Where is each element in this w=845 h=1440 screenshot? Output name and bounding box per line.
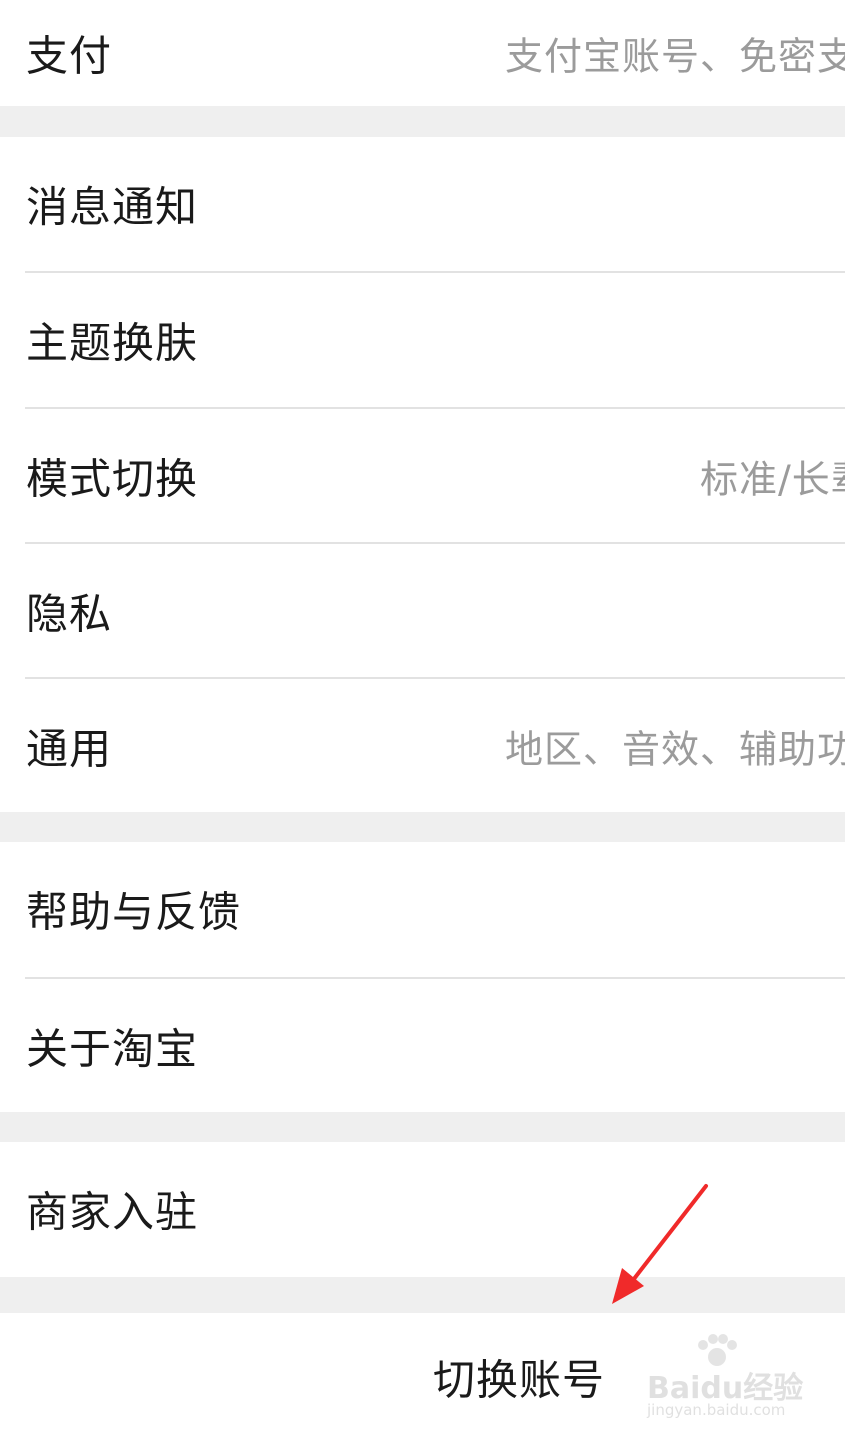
settings-group-main: 消息通知 主题换肤 模式切换 标准/长辈版 隐私 通用 地区、音效、辅助功能 (0, 137, 845, 812)
settings-item-label: 隐私 (26, 589, 113, 639)
settings-group-help: 帮助与反馈 关于淘宝 (0, 842, 845, 1112)
settings-page: 支付 支付宝账号、免密支付 消息通知 主题换肤 模式切换 标准/长辈版 隐私 通… (0, 0, 845, 1440)
settings-item-detail: 支付宝账号、免密支付 (505, 34, 845, 79)
settings-item-theme[interactable]: 主题换肤 (0, 273, 845, 407)
switch-account-label: 切换账号 (433, 1355, 606, 1404)
settings-item-detail: 标准/长辈版 (700, 457, 845, 502)
baidu-watermark: Baidu经验 jingyan.baidu.com (645, 1334, 815, 1425)
settings-item-notify[interactable]: 消息通知 (0, 137, 845, 271)
settings-item-privacy[interactable]: 隐私 (0, 544, 845, 678)
settings-item-pay[interactable]: 支付 支付宝账号、免密支付 (0, 0, 845, 120)
settings-item-label: 通用 (26, 724, 113, 774)
settings-item-label: 模式切换 (26, 454, 199, 504)
settings-item-label: 商家入驻 (26, 1187, 199, 1237)
settings-item-help[interactable]: 帮助与反馈 (0, 842, 845, 976)
watermark-url: jingyan.baidu.com (647, 1401, 786, 1419)
settings-item-label: 消息通知 (26, 182, 199, 232)
settings-group-pay: 支付 支付宝账号、免密支付 (0, 0, 845, 106)
settings-item-about[interactable]: 关于淘宝 (0, 979, 845, 1113)
settings-item-label: 支付 (26, 31, 113, 81)
settings-item-detail: 地区、音效、辅助功能 (505, 727, 845, 772)
settings-item-label: 关于淘宝 (26, 1024, 199, 1074)
red-arrow-annotation (612, 1184, 708, 1304)
settings-item-mode[interactable]: 模式切换 标准/长辈版 (0, 409, 845, 543)
settings-item-label: 主题换肤 (26, 318, 199, 368)
settings-item-general[interactable]: 通用 地区、音效、辅助功能 (0, 679, 845, 813)
settings-item-label: 帮助与反馈 (26, 887, 242, 937)
